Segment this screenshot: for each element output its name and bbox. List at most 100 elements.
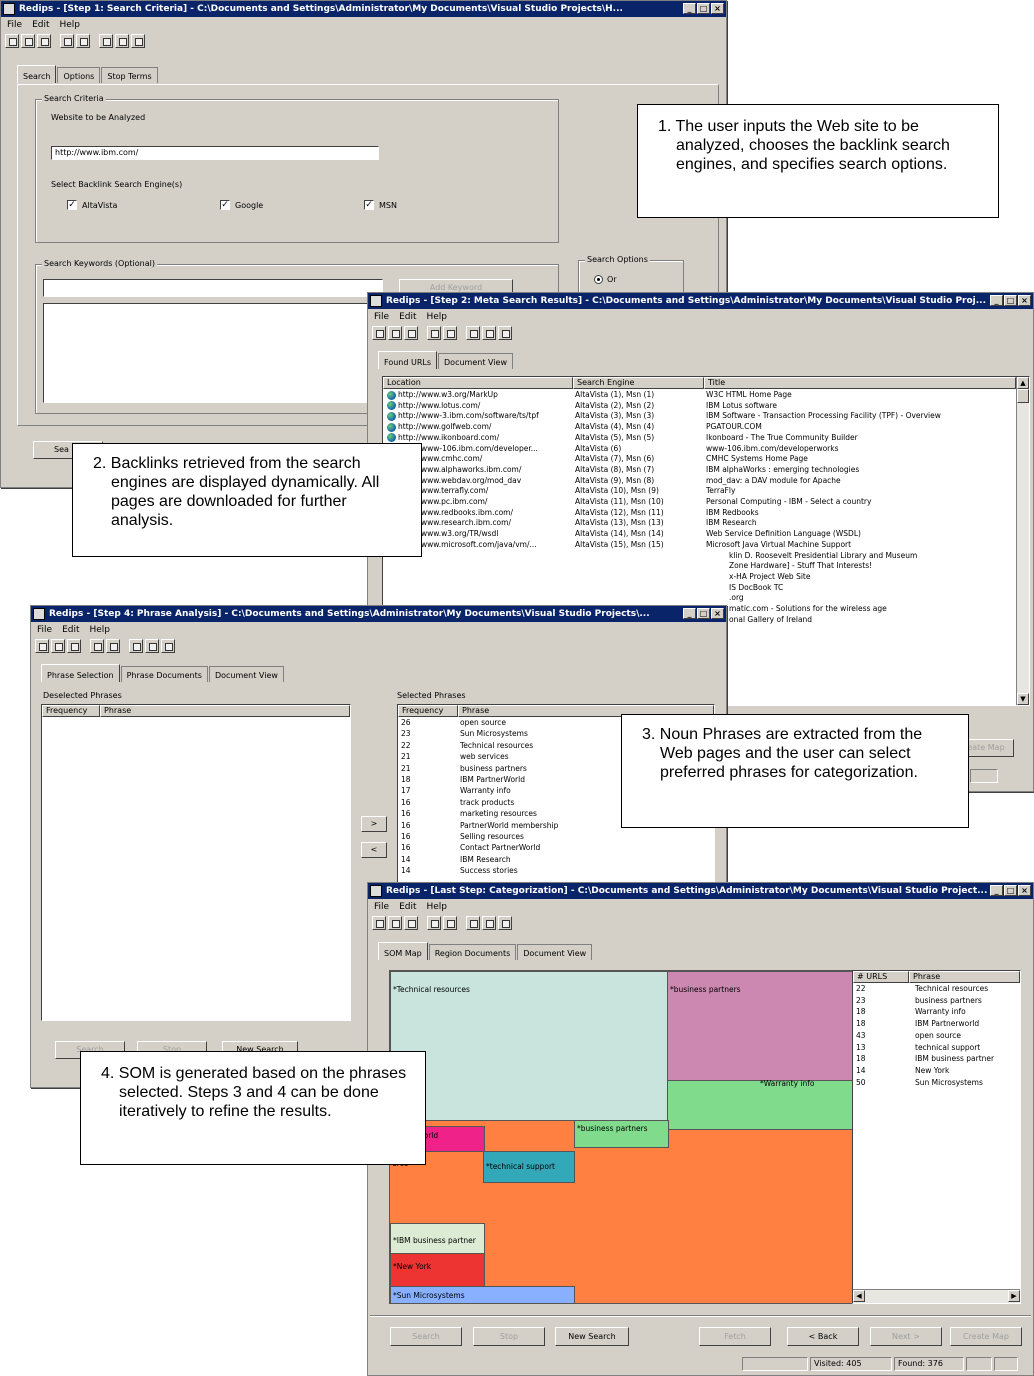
phrase-legend-table[interactable]: # URLS Phrase 22 Technical resources 23 bus… [852,970,1021,1304]
move-left-button[interactable]: < [361,842,387,858]
scroll-thumb[interactable] [1017,389,1029,403]
list-item[interactable]: 14 New York [853,1066,1020,1077]
minimize-button[interactable]: _ [683,608,696,619]
column-header-engine[interactable]: Search Engine [573,377,704,389]
search-button[interactable]: Search [390,1327,462,1346]
tab-som-map[interactable]: SOM Map [378,942,428,960]
cut-icon[interactable] [466,326,480,340]
tab-found-urls[interactable]: Found URLs [378,351,438,369]
table-row[interactable]: http://www.terrafly.com/AltaVista (10), … [383,486,1029,497]
create-map-button[interactable]: Create Map [950,1327,1022,1346]
region-technical-support[interactable]: *technical support [483,1151,575,1183]
list-item[interactable]: 50 Sun Microsystems [853,1078,1020,1089]
list-item[interactable]: 18 IBM business partner [853,1054,1020,1065]
print-preview-icon[interactable] [60,34,74,48]
menu-help[interactable]: Help [90,623,111,637]
maximize-button[interactable]: □ [697,3,710,14]
vertical-scrollbar[interactable]: ▲ ▼ [1016,377,1029,705]
maximize-button[interactable]: □ [1004,885,1017,896]
print-preview-icon[interactable] [90,639,104,653]
table-row[interactable]: http://www.ikonboard.com/AltaVista (5), … [383,433,1029,444]
table-row[interactable]: http://www.research.ibm.com/AltaVista (1… [383,518,1029,529]
copy-icon[interactable] [115,34,129,48]
title-bar[interactable]: Redips - [Last Step: Categorization] - C… [368,883,1033,899]
tab-phrase-selection[interactable]: Phrase Selection [41,664,120,682]
tab-search[interactable]: Search [17,65,57,83]
table-row[interactable]: http://www.pc.ibm.com/AltaVista (11), Ms… [383,497,1029,508]
region-sun-microsystems[interactable]: *Sun Microsystems [390,1286,575,1303]
cut-icon[interactable] [129,639,143,653]
column-header-title[interactable]: Title [704,377,1016,389]
save-icon[interactable] [37,34,51,48]
list-item[interactable]: 18 IBM Partnerworld [853,1019,1020,1030]
menu-file[interactable]: File [374,310,389,324]
menu-help[interactable]: Help [427,310,448,324]
list-item[interactable]: 16 Selling resources [398,832,714,843]
cut-icon[interactable] [466,916,480,930]
paste-icon[interactable] [498,326,512,340]
scroll-right-arrow[interactable]: ▶ [1008,1290,1020,1302]
table-row[interactable]: http://www.w3.org/TR/wsdl AltaVista (14),… [383,529,1029,540]
fetch-button[interactable]: Fetch [699,1327,771,1346]
open-folder-icon[interactable] [388,326,402,340]
list-item[interactable]: 14 IBM Research [398,855,714,866]
list-item[interactable]: 43 open source [853,1031,1020,1042]
column-header-phrase[interactable]: Phrase [100,705,350,717]
menu-edit[interactable]: Edit [399,310,416,324]
open-folder-icon[interactable] [51,639,65,653]
next-button[interactable]: Next > [870,1327,942,1346]
table-row[interactable]: http://www.cmhc.com/AltaVista (7), Msn (… [383,454,1029,465]
save-icon[interactable] [404,916,418,930]
paste-icon[interactable] [498,916,512,930]
altavista-checkbox[interactable]: ✓ AltaVista [67,200,117,210]
move-right-button[interactable]: > [361,816,387,832]
scroll-down-arrow[interactable]: ▼ [1017,693,1029,705]
close-button[interactable]: × [711,3,724,14]
column-header-frequency[interactable]: Frequency [398,705,458,717]
keyword-list[interactable] [43,303,375,403]
print-icon[interactable] [443,326,457,340]
menu-edit[interactable]: Edit [399,900,416,914]
table-row[interactable]: http://www.redbooks.ibm.com/AltaVista (1… [383,508,1029,519]
paste-icon[interactable] [131,34,145,48]
list-item[interactable]: 16 Contact PartnerWorld [398,843,714,854]
region-ibm-business-partner[interactable]: *IBM business partner [390,1223,485,1254]
som-map[interactable]: *Technical resources *business partners … [389,970,853,1304]
new-search-button[interactable]: New Search [555,1327,629,1346]
minimize-button[interactable]: _ [990,295,1003,306]
title-bar[interactable]: Redips - [Step 2: Meta Search Results] -… [368,293,1033,309]
scroll-up-arrow[interactable]: ▲ [1017,377,1029,389]
horizontal-scrollbar[interactable]: ◀ ▶ [853,1289,1020,1303]
title-bar[interactable]: Redips - [Step 1: Search Criteria] - C:\… [1,1,726,17]
print-icon[interactable] [106,639,120,653]
tab-options[interactable]: Options [57,67,101,83]
list-item[interactable]: 18 Warranty info [853,1007,1020,1018]
save-icon[interactable] [67,639,81,653]
new-file-icon[interactable] [372,916,386,930]
table-row[interactable]: http://www.w3.org/MarkUp AltaVista (1), M… [383,390,1029,401]
back-button[interactable]: < Back [787,1327,859,1346]
column-header-frequency[interactable]: Frequency [42,705,100,717]
maximize-button[interactable]: □ [1004,295,1017,306]
table-row[interactable]: http://www-106.ibm.com/developer... AltaV… [383,444,1029,455]
google-checkbox[interactable]: ✓ Google [220,200,263,210]
copy-icon[interactable] [482,916,496,930]
region-technical-resources[interactable]: *Technical resources [390,971,668,1121]
cut-icon[interactable] [99,34,113,48]
close-button[interactable]: × [1018,295,1031,306]
keyword-input[interactable] [43,279,383,297]
open-folder-icon[interactable] [21,34,35,48]
paste-icon[interactable] [161,639,175,653]
tab-stop-terms[interactable]: Stop Terms [101,67,158,83]
radio-or[interactable]: Or [594,275,617,284]
save-icon[interactable] [404,326,418,340]
menu-edit[interactable]: Edit [32,18,49,32]
print-preview-icon[interactable] [427,326,441,340]
copy-icon[interactable] [145,639,159,653]
print-preview-icon[interactable] [427,916,441,930]
menu-file[interactable]: File [7,18,22,32]
stop-button[interactable]: Stop [473,1327,545,1346]
table-row[interactable]: http://www-3.ibm.com/software/ts/tpf Alta… [383,411,1029,422]
print-icon[interactable] [76,34,90,48]
deselected-list[interactable]: Frequency Phrase [41,704,351,1021]
